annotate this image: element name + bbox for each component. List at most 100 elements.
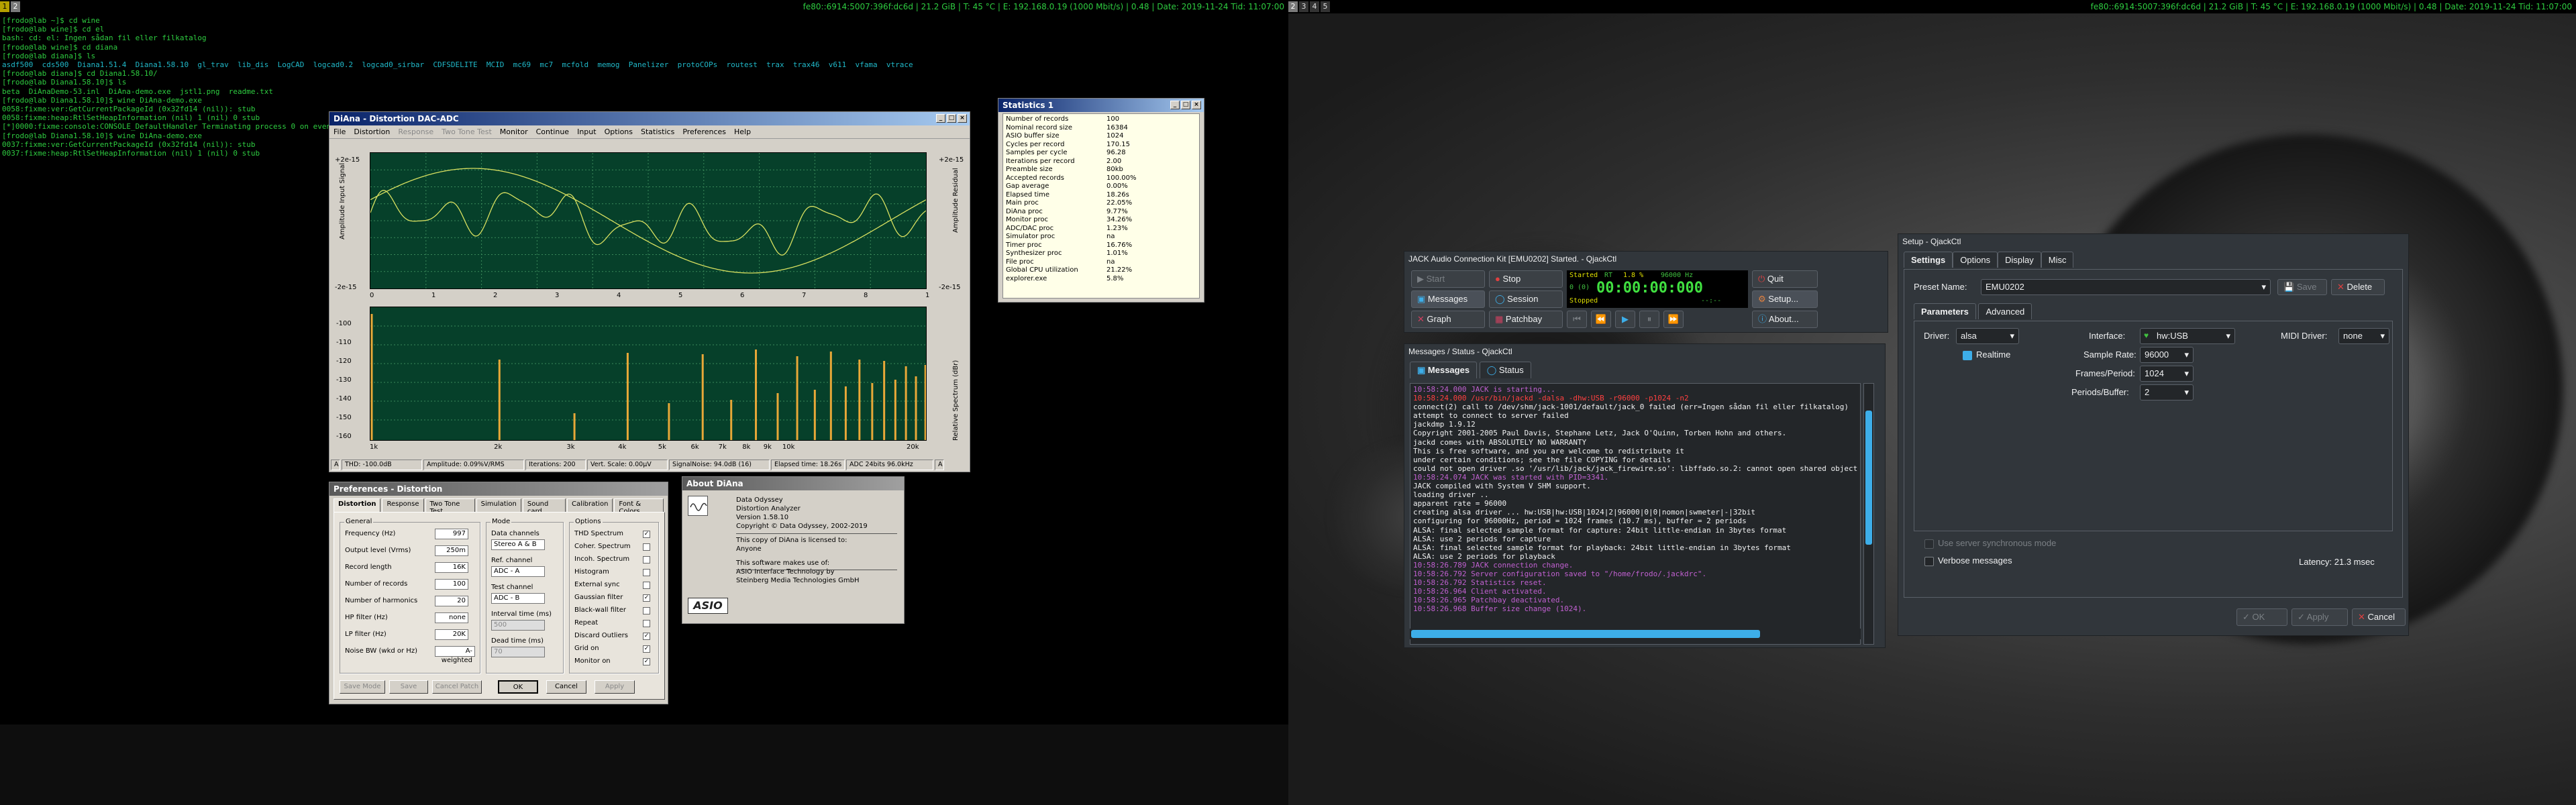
periods-spinbox[interactable]: 2 [2140, 384, 2194, 400]
apply-button[interactable]: ✓ Apply [2291, 608, 2348, 626]
mode-field-input[interactable]: 500 [491, 620, 545, 631]
forward-icon[interactable]: ⏩ [1663, 311, 1684, 328]
option-checkbox[interactable] [643, 569, 650, 576]
menu-item-options[interactable]: Options [605, 125, 633, 138]
option-checkbox[interactable]: ✓ [643, 531, 650, 538]
workspace-2[interactable]: 2 [11, 1, 20, 12]
driver-combo[interactable]: alsa [1956, 328, 2019, 344]
option-checkbox[interactable]: ✓ [643, 658, 650, 665]
menu-item-input[interactable]: Input [577, 125, 596, 138]
general-field-input[interactable]: 20K [435, 629, 468, 640]
sample-rate-combo[interactable]: 96000 [2140, 347, 2194, 363]
graph-button[interactable]: ✕ Graph [1411, 311, 1485, 328]
general-field-input[interactable]: none [435, 612, 468, 623]
stop-button[interactable]: ● Stop [1489, 270, 1563, 288]
general-field-input[interactable]: 20 [435, 596, 468, 606]
menu-item-two-tone-test[interactable]: Two Tone Test [442, 125, 492, 138]
vertical-scrollbar[interactable] [1863, 383, 1874, 645]
general-field-input[interactable]: 997 [435, 529, 468, 539]
prefs-titlebar[interactable]: Preferences - Distortion [329, 482, 668, 496]
interface-combo[interactable]: hw:USB [2140, 328, 2235, 344]
menu-item-help[interactable]: Help [734, 125, 751, 138]
menu-item-response[interactable]: Response [398, 125, 433, 138]
sync-mode-checkbox[interactable] [1924, 539, 1934, 549]
save-mode-button[interactable]: Save Mode [340, 680, 385, 694]
ok-button[interactable]: OK [498, 680, 538, 694]
messages-log[interactable]: 10:58:24.000 JACK is starting... 10:58:24… [1410, 383, 1861, 645]
about-button[interactable]: ⓘ About... [1752, 311, 1818, 328]
workspace-r3[interactable]: 3 [1299, 1, 1308, 12]
scroll-thumb[interactable] [1411, 630, 1760, 638]
pause-icon[interactable]: ⏸ [1639, 311, 1659, 328]
preset-combo[interactable]: EMU0202 [1981, 279, 2271, 295]
quit-button[interactable]: ⏻ Quit [1752, 270, 1818, 288]
cancel-button[interactable]: Cancel [546, 680, 586, 694]
workspace-1[interactable]: 1 [0, 1, 9, 12]
cancel-button[interactable]: ✕ Cancel [2352, 608, 2406, 626]
rewind-to-start-icon[interactable]: ⏮ [1567, 311, 1587, 328]
spectrum-plot[interactable] [370, 307, 927, 441]
mode-field-input[interactable]: 70 [491, 647, 545, 657]
realtime-checkbox[interactable] [1963, 351, 1972, 360]
messages-titlebar[interactable]: Messages / Status - QjackCtl [1404, 344, 1885, 359]
play-transport-icon[interactable]: ▶ [1615, 311, 1635, 328]
tab-advanced[interactable]: Advanced [1978, 303, 2032, 319]
tab-status[interactable]: ◯ Status [1479, 362, 1531, 378]
option-checkbox[interactable] [643, 607, 650, 614]
general-field-input[interactable]: A-weighted [435, 646, 475, 664]
stats-titlebar[interactable]: Statistics 1 _ □ × [998, 99, 1204, 112]
general-field-input[interactable]: 250m [435, 545, 468, 556]
delete-preset-button[interactable]: ✕ Delete [2331, 279, 2385, 295]
general-field-input[interactable]: 16K [435, 562, 468, 573]
tab-display[interactable]: Display [1998, 252, 2041, 268]
mode-field-input[interactable]: ADC - A [491, 566, 545, 577]
tab-misc[interactable]: Misc [2041, 252, 2074, 268]
about-titlebar[interactable]: About DiAna [682, 477, 904, 490]
tab-options[interactable]: Options [1953, 252, 1998, 268]
minimize-icon[interactable]: _ [936, 114, 945, 123]
save-button[interactable]: Save [389, 680, 428, 694]
cancel-patch-button[interactable]: Cancel Patch [432, 680, 482, 694]
midi-combo[interactable]: none [2338, 328, 2389, 344]
session-button[interactable]: ◯ Session [1489, 290, 1563, 308]
option-checkbox[interactable]: ✓ [643, 645, 650, 653]
menu-item-statistics[interactable]: Statistics [641, 125, 674, 138]
option-checkbox[interactable] [643, 620, 650, 627]
maximize-icon[interactable]: □ [947, 114, 956, 123]
start-button[interactable]: ▶ Start [1411, 270, 1485, 288]
setup-button[interactable]: ⚙ Setup... [1752, 290, 1818, 308]
workspace-r2[interactable]: 2 [1288, 1, 1298, 12]
tab-settings[interactable]: Settings [1904, 252, 1953, 268]
input-signal-plot[interactable] [370, 152, 927, 289]
option-checkbox[interactable] [643, 582, 650, 589]
general-field-input[interactable]: 100 [435, 579, 468, 590]
qjackctl-titlebar[interactable]: JACK Audio Connection Kit [EMU0202] Star… [1404, 252, 1888, 266]
rewind-icon[interactable]: ⏪ [1591, 311, 1611, 328]
save-preset-button[interactable]: 💾 Save [2277, 279, 2327, 295]
scroll-thumb[interactable] [1865, 411, 1872, 545]
patchbay-button[interactable]: ▦ Patchbay [1489, 311, 1563, 328]
close-icon[interactable]: × [1192, 101, 1201, 109]
menu-item-preferences[interactable]: Preferences [682, 125, 726, 138]
setup-titlebar[interactable]: Setup - QjackCtl [1898, 234, 2408, 249]
option-checkbox[interactable]: ✓ [643, 594, 650, 602]
verbose-checkbox[interactable] [1924, 557, 1934, 566]
tab-messages[interactable]: ▣ Messages [1410, 362, 1478, 378]
menu-item-file[interactable]: File [333, 125, 346, 138]
option-checkbox[interactable] [643, 556, 650, 564]
frames-combo[interactable]: 1024 [2140, 366, 2194, 382]
menu-item-continue[interactable]: Continue [536, 125, 569, 138]
menu-item-monitor[interactable]: Monitor [500, 125, 528, 138]
workspace-r5[interactable]: 5 [1321, 1, 1330, 12]
maximize-icon[interactable]: □ [1181, 101, 1190, 109]
tab-parameters[interactable]: Parameters [1914, 303, 1976, 319]
mode-field-input[interactable]: ADC - B [491, 593, 545, 604]
horizontal-scrollbar[interactable] [1410, 629, 1861, 639]
close-icon[interactable]: × [958, 114, 967, 123]
menu-item-distortion[interactable]: Distortion [354, 125, 390, 138]
messages-button[interactable]: ▣ Messages [1411, 290, 1485, 308]
ok-button[interactable]: ✓ OK [2236, 608, 2287, 626]
diana-titlebar[interactable]: DiAna - Distortion DAC-ADC _ □ × [329, 112, 970, 125]
mode-field-input[interactable]: Stereo A & B [491, 539, 545, 550]
workspace-r4[interactable]: 4 [1310, 1, 1319, 12]
